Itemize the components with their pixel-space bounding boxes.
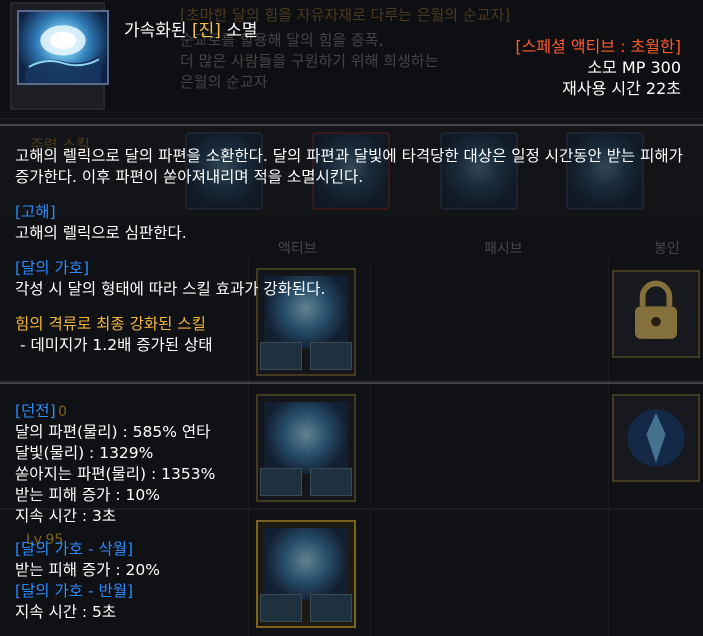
dungeon-stat: 달의 파편(물리) : 585% 연타	[15, 423, 211, 441]
skill-description: 고해의 렐릭으로 달의 파편을 소환한다. 달의 파편과 달빛에 타격당한 대상…	[15, 147, 688, 186]
skill-name-tag: [진]	[191, 21, 221, 41]
half-moon-stat: 지속 시간 : 5초	[15, 603, 117, 621]
skill-tooltip: 가속화된 [진] 소멸 [스페셜 액티브 : 초월한] 소모 MP 300 재사…	[0, 0, 703, 636]
section-title-blessing: [달의 가호]	[15, 259, 90, 277]
section-title-dungeon: [던전]	[15, 402, 56, 420]
enhanced-title: 힘의 격류로 최종 강화된 스킬	[15, 315, 206, 333]
enhanced-text: - 데미지가 1.2배 증가된 상태	[15, 336, 213, 354]
skill-mp-cost: 소모 MP 300	[587, 58, 681, 77]
dungeon-stat: 받는 피해 증가 : 10%	[15, 486, 160, 504]
skill-description-body: 고해의 렐릭으로 달의 파편을 소환한다. 달의 파편과 달빛에 타격당한 대상…	[15, 146, 695, 623]
moon-skill-icon	[17, 10, 109, 85]
dungeon-stat: 달빛(물리) : 1329%	[15, 444, 154, 462]
section-title-gohae: [고해]	[15, 203, 56, 221]
skill-type: [스페셜 액티브 : 초월한]	[515, 37, 681, 56]
skill-meta: [스페셜 액티브 : 초월한] 소모 MP 300 재사용 시간 22초	[515, 36, 681, 99]
skill-name: 가속화된 [진] 소멸	[124, 16, 258, 41]
skill-cooldown: 재사용 시간 22초	[562, 79, 681, 98]
section-text-blessing: 각성 시 달의 형태에 따라 스킬 효과가 강화된다.	[15, 280, 326, 298]
section-title-crescent: [달의 가호 - 삭월]	[15, 540, 134, 558]
moon-art	[25, 25, 101, 83]
dungeon-stat: 지속 시간 : 3초	[15, 507, 117, 525]
skill-name-prefix: 가속화된	[124, 21, 192, 41]
dungeon-stat: 쏟아지는 파편(물리) : 1353%	[15, 465, 216, 483]
section-text-gohae: 고해의 렐릭으로 심판한다.	[15, 224, 187, 242]
skill-name-suffix: 소멸	[220, 21, 258, 41]
tooltip-separator	[0, 124, 703, 126]
crescent-stat: 받는 피해 증가 : 20%	[15, 561, 160, 579]
section-title-half-moon: [달의 가호 - 반월]	[15, 582, 134, 600]
